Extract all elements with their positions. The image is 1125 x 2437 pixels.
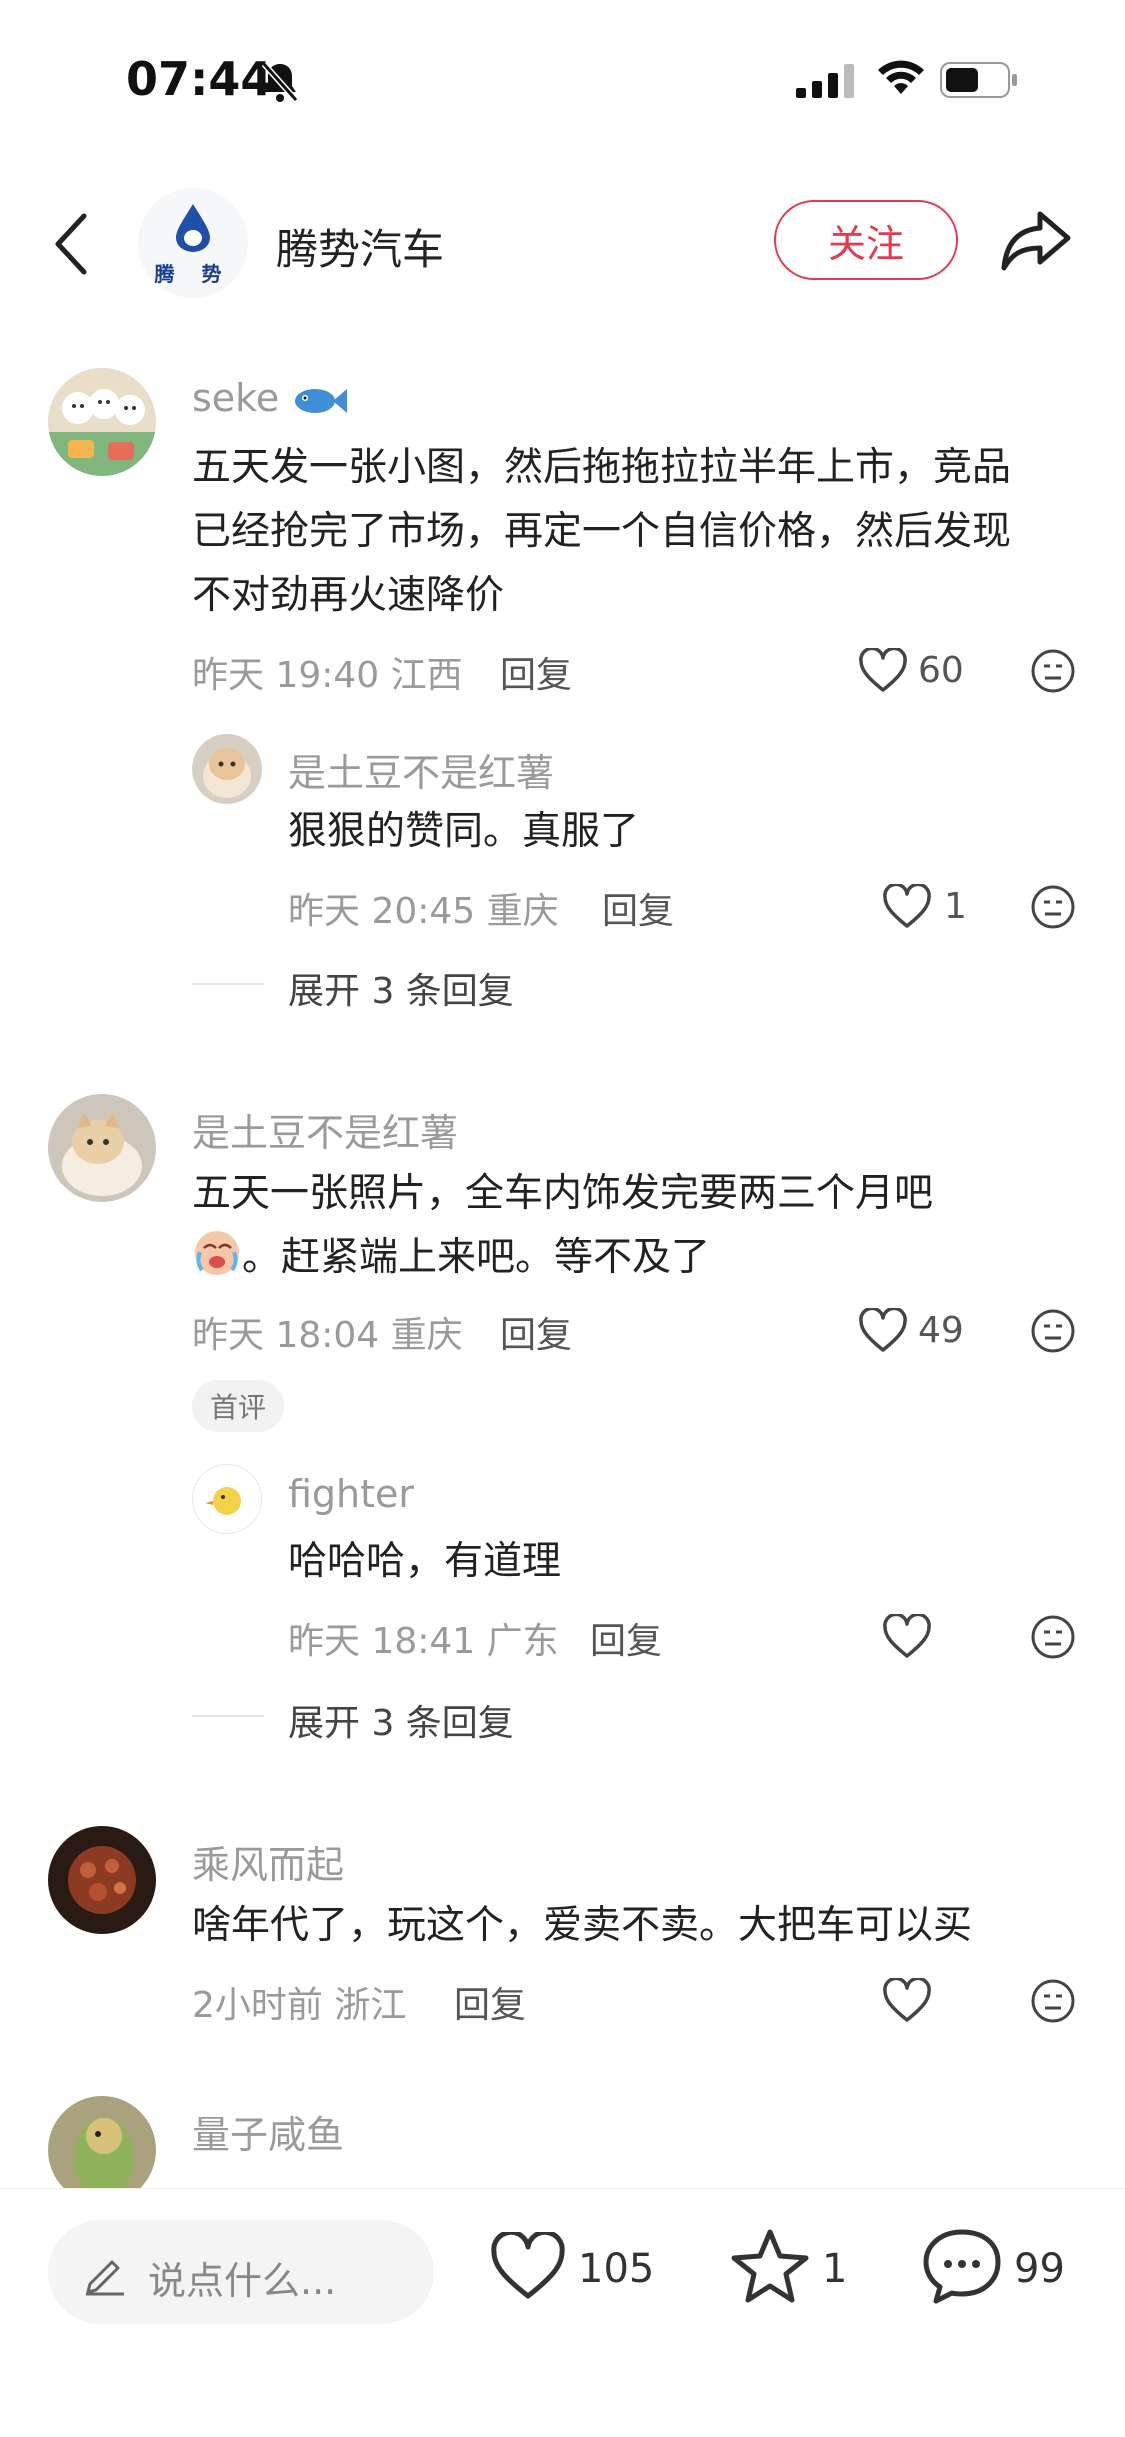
dislike-face-icon[interactable]	[1030, 884, 1076, 930]
dislike-face-icon[interactable]	[1030, 1614, 1076, 1660]
like-count: 49	[918, 1310, 964, 1351]
battery-icon	[940, 62, 1017, 98]
reply-button[interactable]: 回复	[602, 882, 674, 934]
comment-input[interactable]: 说点什么...	[48, 2220, 434, 2324]
comment-text: 五天一张照片，全车内饰发完要两三个月吧 。赶紧端上来吧。等不及了	[192, 1162, 933, 1290]
like-count: 1	[944, 886, 967, 927]
like-icon[interactable]	[882, 1978, 932, 2024]
dislike-face-icon[interactable]	[1030, 1308, 1076, 1354]
comment-text-line: 五天一张照片，全车内饰发完要两三个月吧	[192, 1171, 934, 1216]
avatar[interactable]	[48, 1826, 156, 1934]
reply-text: 哈哈哈，有道理	[288, 1539, 562, 1584]
expand-divider	[192, 983, 264, 985]
pencil-icon	[86, 2260, 124, 2296]
muted-bell-icon	[261, 62, 299, 102]
like-icon[interactable]	[858, 648, 908, 694]
dislike-face-icon[interactable]	[1030, 1978, 1076, 2024]
cartoon-avatar-icon	[48, 368, 156, 476]
brand-logo-icon	[176, 204, 210, 252]
fish-icon	[295, 388, 348, 413]
brand-logo-text: 腾 势	[154, 262, 232, 286]
expand-replies-button[interactable]: 展开 3 条回复	[288, 1694, 514, 1746]
share-icon[interactable]	[1000, 208, 1072, 272]
post-like-count: 105	[578, 2246, 655, 2292]
comment-text-line: 啥年代了，玩这个，爱卖不卖。大把车可以买	[192, 1903, 973, 1948]
back-icon[interactable]	[52, 212, 92, 276]
expand-divider	[192, 1715, 264, 1717]
comment-username[interactable]: seke	[192, 376, 348, 420]
cellular-signal-icon	[796, 64, 854, 98]
comment-bubble-icon[interactable]	[922, 2228, 1002, 2304]
comment-text-line: 已经抢完了市场，再定一个自信价格，然后发现	[192, 509, 1012, 554]
first-comment-badge: 首评	[192, 1380, 285, 1432]
comment-text-line: 五天发一张小图，然后拖拖拉拉半年上市，竞品	[192, 445, 1012, 490]
like-icon[interactable]	[858, 1308, 908, 1354]
reply-username[interactable]: fighter	[288, 1472, 414, 1516]
avatar[interactable]	[48, 368, 156, 476]
avatar[interactable]	[48, 1094, 156, 1202]
reply-button[interactable]: 回复	[500, 646, 572, 698]
dislike-face-icon[interactable]	[1030, 648, 1076, 694]
comment-meta: 昨天 19:40 江西	[192, 655, 463, 696]
comment-username[interactable]: 是土豆不是红薯	[192, 1102, 458, 1157]
reply-meta: 昨天 20:45 重庆	[288, 891, 559, 932]
reply-button[interactable]: 回复	[454, 1976, 526, 2028]
comment-text-line: 不对劲再火速降价	[192, 573, 505, 618]
username-text: seke	[192, 376, 280, 420]
avatar[interactable]	[192, 1464, 262, 1534]
avatar[interactable]	[192, 734, 262, 804]
reply-username[interactable]: 是土豆不是红薯	[288, 742, 554, 797]
post-favorite-count: 1	[822, 2246, 848, 2292]
comment-text: 啥年代了，玩这个，爱卖不卖。大把车可以买	[192, 1894, 972, 1958]
reply-meta: 昨天 18:41 广东	[288, 1621, 559, 1662]
reply-text: 狠狠的赞同。真服了	[288, 809, 640, 854]
like-icon[interactable]	[882, 884, 932, 930]
comment-username[interactable]: 量子咸鱼	[192, 2104, 344, 2159]
cat-avatar-icon	[192, 734, 262, 804]
comment-text: 五天发一张小图，然后拖拖拉拉半年上市，竞品 已经抢完了市场，再定一个自信价格，然…	[192, 436, 1011, 628]
wifi-icon	[878, 60, 924, 94]
account-avatar[interactable]: 腾 势	[138, 188, 248, 298]
chick-avatar-icon	[193, 1465, 261, 1533]
comment-meta: 2小时前 浙江	[192, 1985, 407, 2026]
coral-avatar-icon	[48, 1826, 156, 1934]
reply-button[interactable]: 回复	[500, 1306, 572, 1358]
comment-input-placeholder: 说点什么...	[148, 2259, 337, 2303]
account-name[interactable]: 腾势汽车	[276, 216, 444, 277]
like-count: 60	[918, 650, 964, 691]
crying-emoji-icon	[195, 1231, 239, 1275]
cat-avatar-icon	[48, 1094, 156, 1202]
favorite-star-icon[interactable]	[730, 2228, 810, 2304]
comment-text-line: 。赶紧端上来吧。等不及了	[192, 1226, 933, 1290]
follow-button[interactable]: 关注	[774, 200, 958, 280]
reply-button[interactable]: 回复	[590, 1612, 662, 1664]
comment-username[interactable]: 乘风而起	[192, 1834, 344, 1889]
status-time: 07:44	[126, 52, 273, 106]
expand-replies-button[interactable]: 展开 3 条回复	[288, 962, 514, 1014]
like-post-icon[interactable]	[490, 2232, 566, 2302]
comment-meta: 昨天 18:04 重庆	[192, 1315, 463, 1356]
post-comment-count: 99	[1014, 2246, 1065, 2292]
like-icon[interactable]	[882, 1614, 932, 1660]
comment-text-segment: 。赶紧端上来吧。等不及了	[242, 1235, 711, 1280]
